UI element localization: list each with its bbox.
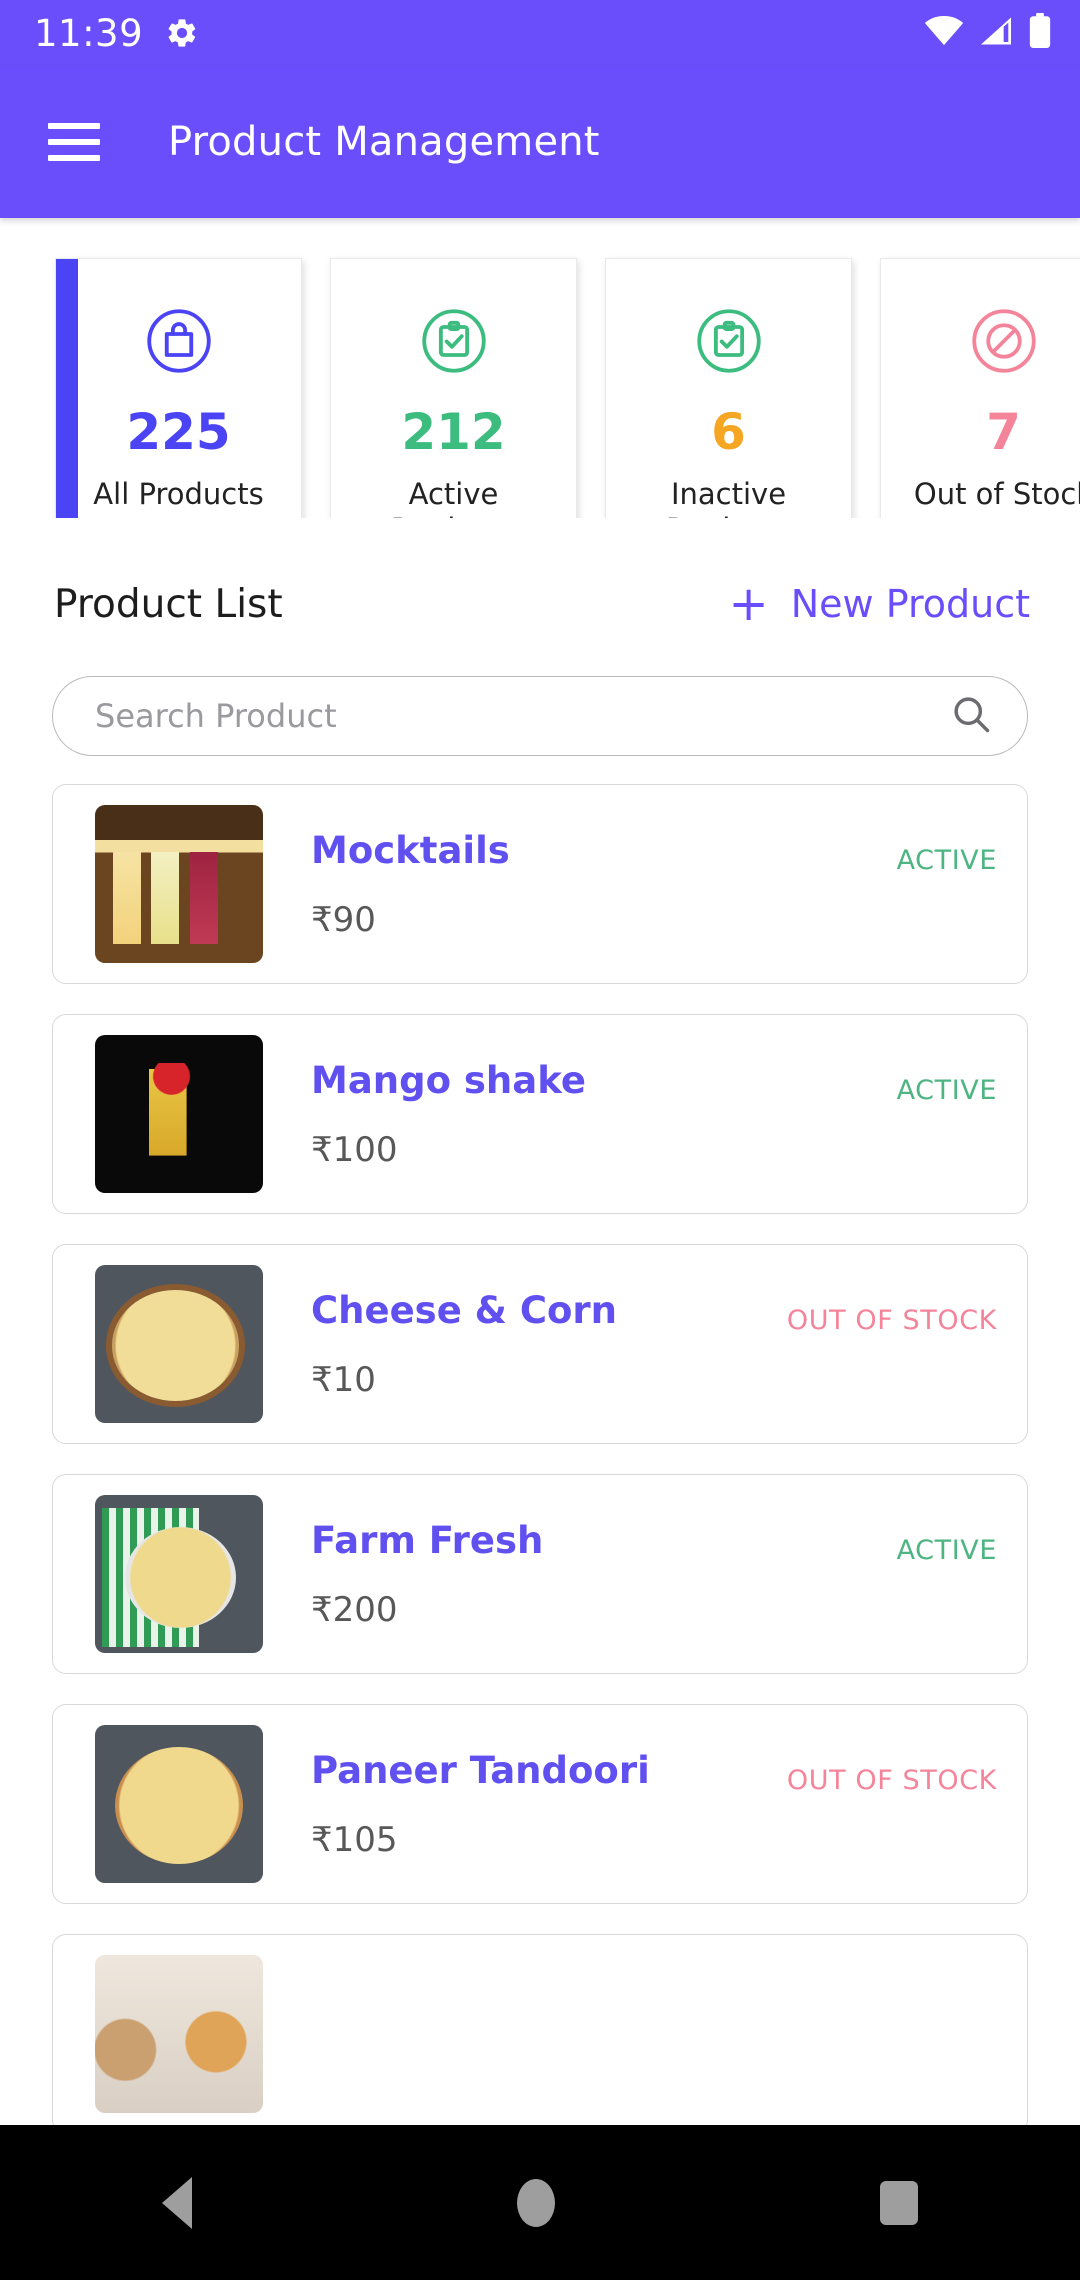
stat-value: 225	[126, 403, 231, 461]
product-name: Paneer Tandoori	[311, 1748, 650, 1792]
wifi-icon	[924, 15, 964, 50]
search-icon[interactable]	[949, 692, 993, 740]
table-row[interactable]: Mocktails ₹90 ACTIVE	[52, 784, 1028, 984]
recents-square-icon[interactable]	[879, 2180, 918, 2225]
app-bar: Product Management	[0, 66, 1080, 218]
block-forbidden-icon	[962, 299, 1046, 383]
cellular-signal-icon	[977, 16, 1015, 50]
status-bar-time: 11:39	[34, 11, 144, 55]
product-list-header: Product List + New Product	[0, 580, 1080, 628]
product-image	[95, 1035, 263, 1193]
stat-label: Inactive Products	[666, 477, 791, 518]
product-list: Mocktails ₹90 ACTIVE Mango shake ₹100 AC…	[0, 784, 1080, 2134]
shopping-bag-icon	[137, 299, 221, 383]
new-product-button[interactable]: + New Product	[729, 580, 1030, 628]
status-badge: ACTIVE	[896, 844, 997, 876]
gear-icon	[165, 16, 199, 50]
new-product-label: New Product	[790, 582, 1030, 626]
table-row[interactable]: Mango shake ₹100 ACTIVE	[52, 1014, 1028, 1214]
page-title: Product Management	[168, 119, 600, 165]
battery-icon	[1028, 13, 1052, 53]
status-bar-indicators	[924, 13, 1052, 53]
table-row-partial[interactable]	[52, 1934, 1028, 2134]
home-circle-icon[interactable]	[516, 2178, 555, 2227]
stats-strip[interactable]: 225 All Products 212 Active Products	[0, 218, 1080, 518]
hamburger-menu-icon[interactable]	[48, 123, 100, 161]
table-row[interactable]: Farm Fresh ₹200 ACTIVE	[52, 1474, 1028, 1674]
status-badge: ACTIVE	[896, 1534, 997, 1566]
clipboard-check-icon	[687, 299, 771, 383]
stat-label: Out of Stock	[913, 477, 1080, 511]
table-row[interactable]: Cheese & Corn ₹10 OUT OF STOCK	[52, 1244, 1028, 1444]
search-bar[interactable]	[52, 676, 1028, 756]
product-price: ₹100	[311, 1130, 398, 1171]
product-image	[95, 1955, 263, 2113]
product-image	[95, 1495, 263, 1653]
product-price: ₹105	[311, 1820, 398, 1861]
stat-value: 7	[986, 403, 1021, 461]
product-name: Cheese & Corn	[311, 1288, 617, 1332]
status-badge: ACTIVE	[896, 1074, 997, 1106]
product-name: Mango shake	[311, 1058, 586, 1102]
product-image	[95, 1725, 263, 1883]
product-image	[95, 1265, 263, 1423]
product-list-title: Product List	[54, 581, 283, 627]
stat-card-all-products[interactable]: 225 All Products	[55, 258, 302, 518]
stat-card-active-products[interactable]: 212 Active Products	[330, 258, 577, 518]
stat-card-inactive-products[interactable]: 6 Inactive Products	[605, 258, 852, 518]
app-screen: 11:39 Product Management 225 All Product…	[0, 0, 1080, 2280]
product-name: Farm Fresh	[311, 1518, 544, 1562]
plus-icon: +	[728, 576, 769, 632]
product-name: Mocktails	[311, 828, 510, 872]
stat-value: 212	[401, 403, 506, 461]
status-badge: OUT OF STOCK	[786, 1304, 997, 1336]
table-row[interactable]: Paneer Tandoori ₹105 OUT OF STOCK	[52, 1704, 1028, 1904]
status-badge: OUT OF STOCK	[786, 1764, 997, 1796]
stat-card-out-of-stock[interactable]: 7 Out of Stock	[880, 258, 1080, 518]
back-triangle-icon[interactable]	[162, 2176, 193, 2229]
product-price: ₹90	[311, 900, 376, 941]
stat-label: All Products	[93, 477, 264, 511]
stat-label: Active Products	[391, 477, 516, 518]
product-price: ₹200	[311, 1590, 398, 1631]
search-input[interactable]	[95, 697, 949, 735]
clipboard-check-icon	[412, 299, 496, 383]
product-image	[95, 805, 263, 963]
android-navigation-bar	[0, 2125, 1080, 2280]
stat-value: 6	[711, 403, 746, 461]
product-price: ₹10	[311, 1360, 376, 1401]
status-bar: 11:39	[0, 0, 1080, 66]
